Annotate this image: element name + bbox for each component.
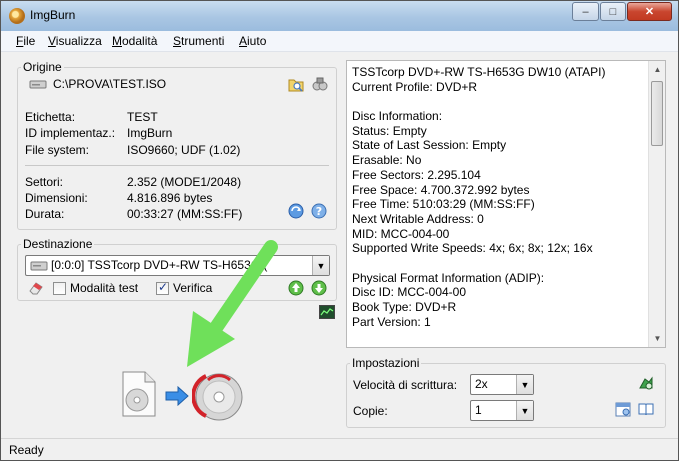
info-line: Next Writable Address: 0 xyxy=(352,211,484,226)
speed-tools-icon[interactable] xyxy=(637,374,655,392)
menu-modalita[interactable]: Modalità xyxy=(112,34,157,48)
menu-visualizza[interactable]: Visualizza xyxy=(48,34,102,48)
info-line: Status: Empty xyxy=(352,123,427,138)
value-settori: 2.352 (MODE1/2048) xyxy=(127,175,242,189)
imgburn-window: ImgBurn – □ ✕ File Visualizza Modalità S… xyxy=(0,0,679,461)
erase-disc-icon[interactable] xyxy=(28,280,44,296)
chevron-down-icon: ▼ xyxy=(516,401,533,420)
info-line xyxy=(352,94,648,109)
destination-drive-select[interactable]: [0:0:0] TSSTcorp DVD+-RW TS-H653G ( ▼ xyxy=(25,255,330,276)
value-dimensioni: 4.816.896 bytes xyxy=(127,191,213,205)
write-speed-select[interactable]: 2x ▼ xyxy=(470,374,534,395)
arrow-right-icon xyxy=(165,386,189,406)
scroll-down-icon[interactable]: ▼ xyxy=(649,330,665,347)
image-tools-icon[interactable] xyxy=(311,75,329,93)
divider xyxy=(25,165,329,166)
info-line: Book Type: DVD+R xyxy=(352,300,457,314)
label-durata: Durata: xyxy=(25,207,65,221)
disc-info-text: TSSTcorp DVD+-RW TS-H653G DW10 (ATAPI) C… xyxy=(352,65,648,329)
minimize-button[interactable]: – xyxy=(572,2,599,21)
log-window-icon[interactable] xyxy=(319,305,335,319)
menu-bar: File Visualizza Modalità Strumenti Aiuto xyxy=(1,31,678,52)
destination-group-title: Destinazione xyxy=(23,237,93,251)
label-file-system: File system: xyxy=(25,143,90,157)
source-path: C:\PROVA\TEST.ISO xyxy=(53,77,167,91)
info-line: Free Time: 510:03:29 (MM:SS:FF) xyxy=(352,197,535,212)
drive-icon xyxy=(29,80,47,89)
test-mode-label: Modalità test xyxy=(70,281,139,295)
green-arrow-annotation xyxy=(187,240,278,367)
info-line: Part Version: 1 xyxy=(352,314,431,329)
info-line xyxy=(352,256,648,271)
title-bar: ImgBurn – □ ✕ xyxy=(1,1,678,31)
arrow-up-icon[interactable] xyxy=(287,279,305,297)
info-line: Physical Format Information (ADIP): xyxy=(352,270,545,285)
maximize-button[interactable]: □ xyxy=(600,2,626,21)
chevron-down-icon: ▼ xyxy=(312,256,329,275)
imgburn-app-icon xyxy=(9,8,25,24)
scroll-up-icon[interactable]: ▲ xyxy=(649,61,665,78)
source-group-title: Origine xyxy=(23,60,62,74)
label-dimensioni: Dimensioni: xyxy=(25,191,88,205)
settings-group-title: Impostazioni xyxy=(352,356,420,370)
copies-value: 1 xyxy=(475,403,482,417)
label-settori: Settori: xyxy=(25,175,64,189)
help-icon[interactable]: ? xyxy=(310,202,328,220)
browse-file-icon[interactable] xyxy=(287,75,305,93)
info-line: Disc ID: MCC-004-00 xyxy=(352,285,467,300)
arrow-down-icon[interactable] xyxy=(310,279,328,297)
info-line: Free Sectors: 2.295.104 xyxy=(352,167,481,182)
info-line: Current Profile: DVD+R xyxy=(352,79,478,94)
write-speed-label: Velocità di scrittura: xyxy=(353,378,458,392)
test-mode-checkbox[interactable] xyxy=(53,282,66,295)
value-etichetta: TEST xyxy=(127,110,158,124)
label-id-implementaz: ID implementaz.: xyxy=(25,126,116,140)
menu-aiuto[interactable]: Aiuto xyxy=(239,34,266,48)
scroll-thumb[interactable] xyxy=(651,81,663,146)
status-bar: Ready xyxy=(1,438,678,460)
info-line: MID: MCC-004-00 xyxy=(352,226,450,241)
value-file-system: ISO9660; UDF (1.02) xyxy=(127,143,241,157)
copies-label: Copie: xyxy=(353,404,388,418)
value-id-implementaz: ImgBurn xyxy=(127,126,173,140)
book-icon[interactable] xyxy=(637,400,655,418)
window-title: ImgBurn xyxy=(30,8,76,22)
burn-disc-button[interactable] xyxy=(192,370,244,422)
close-button[interactable]: ✕ xyxy=(627,2,672,21)
value-durata: 00:33:27 (MM:SS:FF) xyxy=(127,207,243,221)
info-line: Erasable: No xyxy=(352,153,422,168)
verify-checkbox[interactable] xyxy=(156,280,169,295)
image-file-icon xyxy=(122,371,156,417)
info-line: Free Space: 4.700.372.992 bytes xyxy=(352,182,530,197)
disc-info-panel[interactable]: TSSTcorp DVD+-RW TS-H653G DW10 (ATAPI) C… xyxy=(346,60,666,348)
calculate-icon[interactable] xyxy=(287,202,305,220)
menu-file[interactable]: File xyxy=(16,34,35,48)
write-speed-value: 2x xyxy=(475,377,488,391)
calendar-icon[interactable] xyxy=(614,400,632,418)
copies-select[interactable]: 1 ▼ xyxy=(470,400,534,421)
info-line: State of Last Session: Empty xyxy=(352,138,507,153)
label-etichetta: Etichetta: xyxy=(25,110,76,124)
info-line: TSSTcorp DVD+-RW TS-H653G DW10 (ATAPI) xyxy=(352,65,606,79)
menu-strumenti[interactable]: Strumenti xyxy=(173,34,224,48)
status-text: Ready xyxy=(9,443,44,457)
info-line: Supported Write Speeds: 4x; 6x; 8x; 12x;… xyxy=(352,241,593,256)
info-line: Disc Information: xyxy=(352,109,443,124)
svg-text:?: ? xyxy=(316,205,322,218)
chevron-down-icon: ▼ xyxy=(516,375,533,394)
drive-icon xyxy=(30,261,48,271)
info-scrollbar[interactable]: ▲ ▼ xyxy=(648,61,665,347)
